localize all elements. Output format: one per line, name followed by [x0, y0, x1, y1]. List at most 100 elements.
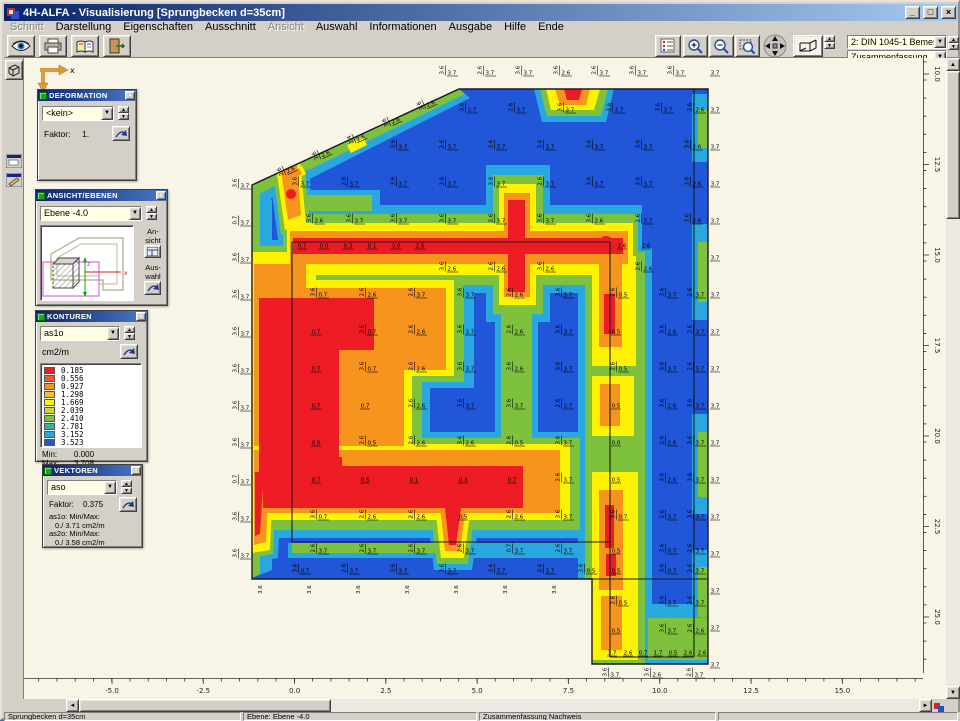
- print-button[interactable]: [39, 35, 67, 57]
- contour-plot[interactable]: x: [24, 58, 946, 699]
- chevron-down-icon[interactable]: ▼: [107, 327, 119, 340]
- svg-text:3.6: 3.6: [556, 324, 562, 333]
- deformation-spinner[interactable]: ▲▼: [118, 106, 129, 120]
- zoom-in-button[interactable]: [683, 35, 708, 57]
- svg-text:2.6: 2.6: [684, 651, 693, 657]
- pan-pad-icon: [762, 34, 788, 58]
- legend-row: 1.298: [44, 390, 141, 398]
- panel-konturen[interactable]: KONTUREN ▪ as1o ▼ ▲▼ cm2/m 0.1850.5560.9…: [35, 310, 148, 462]
- view-cube-button[interactable]: [5, 60, 23, 80]
- svg-text:3.7: 3.7: [241, 258, 250, 264]
- chevron-down-icon[interactable]: ▼: [934, 36, 946, 48]
- svg-text:3.7: 3.7: [711, 478, 720, 484]
- view-3d-spinner[interactable]: ▲▼: [824, 35, 835, 49]
- deformation-select[interactable]: <kein> ▼: [42, 106, 114, 121]
- svg-text:3.6: 3.6: [311, 509, 317, 518]
- visualization-canvas[interactable]: x: [24, 58, 946, 699]
- ansicht-button[interactable]: [144, 245, 161, 258]
- vertical-scrollbar-thumb[interactable]: [946, 71, 960, 219]
- vertical-scrollbar[interactable]: ▲ ▼: [946, 58, 960, 699]
- menu-item-ausgabe[interactable]: Ausgabe: [443, 21, 498, 34]
- close-button[interactable]: ×: [941, 6, 956, 19]
- ebene-select[interactable]: Ebene -4.0 ▼: [40, 206, 142, 221]
- panel-shortcut-deformation[interactable]: [5, 152, 23, 169]
- menu-item-darstellung[interactable]: Darstellung: [50, 21, 118, 34]
- display-options-button[interactable]: [655, 35, 681, 57]
- svg-text:3.6: 3.6: [685, 213, 691, 222]
- panel-deformation[interactable]: DEFORMATION ▪ <kein> ▼ ▲▼ Faktor: 1.: [37, 89, 137, 181]
- zoom-window-button[interactable]: [735, 35, 760, 57]
- result-spinner[interactable]: ▲▼: [948, 36, 959, 50]
- svg-text:3.7: 3.7: [564, 330, 573, 336]
- design-code-select[interactable]: 2: DIN 1045-1 Bemessung ▼: [847, 35, 947, 49]
- menu-item-ausschnitt[interactable]: Ausschnitt: [199, 21, 262, 34]
- svg-text:0.7: 0.7: [312, 478, 321, 484]
- deformation-apply-button[interactable]: [112, 126, 130, 141]
- scroll-down-icon[interactable]: ▼: [946, 686, 960, 699]
- toolbar: ▲▼ 2: DIN 1045-1 Bemessung ▼ Zusammenfas…: [4, 34, 958, 58]
- svg-text:0.7: 0.7: [368, 367, 377, 373]
- scroll-right-icon[interactable]: ►: [919, 699, 932, 712]
- vektoren-select[interactable]: aso ▼: [47, 480, 117, 495]
- panel-konturen-titlebar[interactable]: KONTUREN ▪: [36, 311, 147, 322]
- menu-item-auswahl[interactable]: Auswahl: [310, 21, 364, 34]
- vektoren-apply-button[interactable]: [119, 497, 137, 512]
- konturen-select[interactable]: as1o ▼: [40, 326, 120, 341]
- manual-button[interactable]: [71, 35, 99, 57]
- preview-eye-button[interactable]: [7, 35, 35, 57]
- pan-button[interactable]: [761, 35, 789, 57]
- menu-item-ende[interactable]: Ende: [532, 21, 570, 34]
- panel-ansicht-titlebar[interactable]: ANSICHT/EBENEN ▪: [36, 190, 167, 201]
- svg-text:2.6: 2.6: [466, 441, 475, 447]
- vektoren-spinner[interactable]: ▲▼: [121, 480, 132, 494]
- konturen-spinner[interactable]: ▲▼: [124, 326, 135, 340]
- chevron-down-icon[interactable]: ▼: [104, 481, 116, 494]
- svg-text:3.7: 3.7: [711, 589, 720, 595]
- panel-shortcut-edit[interactable]: [5, 171, 23, 188]
- svg-text:3.7: 3.7: [711, 663, 720, 669]
- svg-text:0.3: 0.3: [344, 244, 353, 250]
- panel-close-icon[interactable]: ▪: [125, 91, 135, 100]
- svg-text:12.5: 12.5: [933, 157, 941, 173]
- exit-button[interactable]: [103, 35, 131, 57]
- panel-close-icon[interactable]: ▪: [131, 466, 141, 475]
- menu-item-hilfe[interactable]: Hilfe: [498, 21, 532, 34]
- book-icon: [76, 39, 94, 54]
- scroll-up-icon[interactable]: ▲: [946, 58, 960, 71]
- panel-deformation-titlebar[interactable]: DEFORMATION ▪: [38, 90, 136, 101]
- chevron-down-icon[interactable]: ▼: [101, 107, 113, 120]
- minimize-button[interactable]: _: [905, 6, 920, 19]
- svg-text:3.6: 3.6: [233, 289, 239, 298]
- scroll-left-icon[interactable]: ◄: [66, 699, 79, 712]
- konturen-apply-button[interactable]: [120, 344, 138, 359]
- panel-close-icon[interactable]: ▪: [136, 312, 146, 321]
- ebene-preview[interactable]: x z: [40, 225, 134, 301]
- maximize-button[interactable]: □: [923, 6, 938, 19]
- view-3d-button[interactable]: [793, 35, 823, 57]
- svg-text:22.5: 22.5: [933, 519, 941, 535]
- svg-text:2.6: 2.6: [416, 244, 425, 250]
- panel-vektoren-titlebar[interactable]: VEKTOREN ▪: [43, 465, 142, 476]
- panel-ansicht-ebenen[interactable]: ANSICHT/EBENEN ▪ Ebene -4.0 ▼ ▲▼: [35, 189, 168, 306]
- title-bar[interactable]: 4H-ALFA - Visualisierung [Sprungbecken d…: [4, 4, 958, 21]
- ebene-spinner[interactable]: ▲▼: [146, 206, 157, 220]
- panel-close-icon[interactable]: ▪: [156, 191, 166, 200]
- horizontal-scrollbar[interactable]: ◄ ►: [24, 699, 946, 712]
- svg-text:2.6: 2.6: [458, 543, 464, 552]
- panel-vektoren[interactable]: VEKTOREN ▪ aso ▼ ▲▼ Faktor: 0.375 as1o: …: [42, 464, 143, 548]
- svg-text:2.6: 2.6: [409, 435, 415, 444]
- menu-item-informationen[interactable]: Informationen: [363, 21, 442, 34]
- svg-text:3.6: 3.6: [391, 563, 397, 572]
- svg-text:2.6: 2.6: [409, 287, 415, 296]
- auswahl-apply-button[interactable]: [144, 281, 161, 295]
- svg-text:3.6: 3.6: [233, 252, 239, 261]
- zoom-out-button[interactable]: [709, 35, 734, 57]
- menu-item-eigenschaften[interactable]: Eigenschaften: [117, 21, 199, 34]
- svg-text:3.6: 3.6: [293, 563, 299, 572]
- horizontal-scrollbar-thumb[interactable]: [79, 699, 331, 712]
- chevron-down-icon[interactable]: ▼: [129, 207, 141, 220]
- svg-text:3.6: 3.6: [440, 563, 446, 572]
- svg-text:2.6: 2.6: [611, 287, 617, 296]
- svg-text:3.6: 3.6: [558, 102, 564, 111]
- svg-text:3.7: 3.7: [546, 569, 555, 575]
